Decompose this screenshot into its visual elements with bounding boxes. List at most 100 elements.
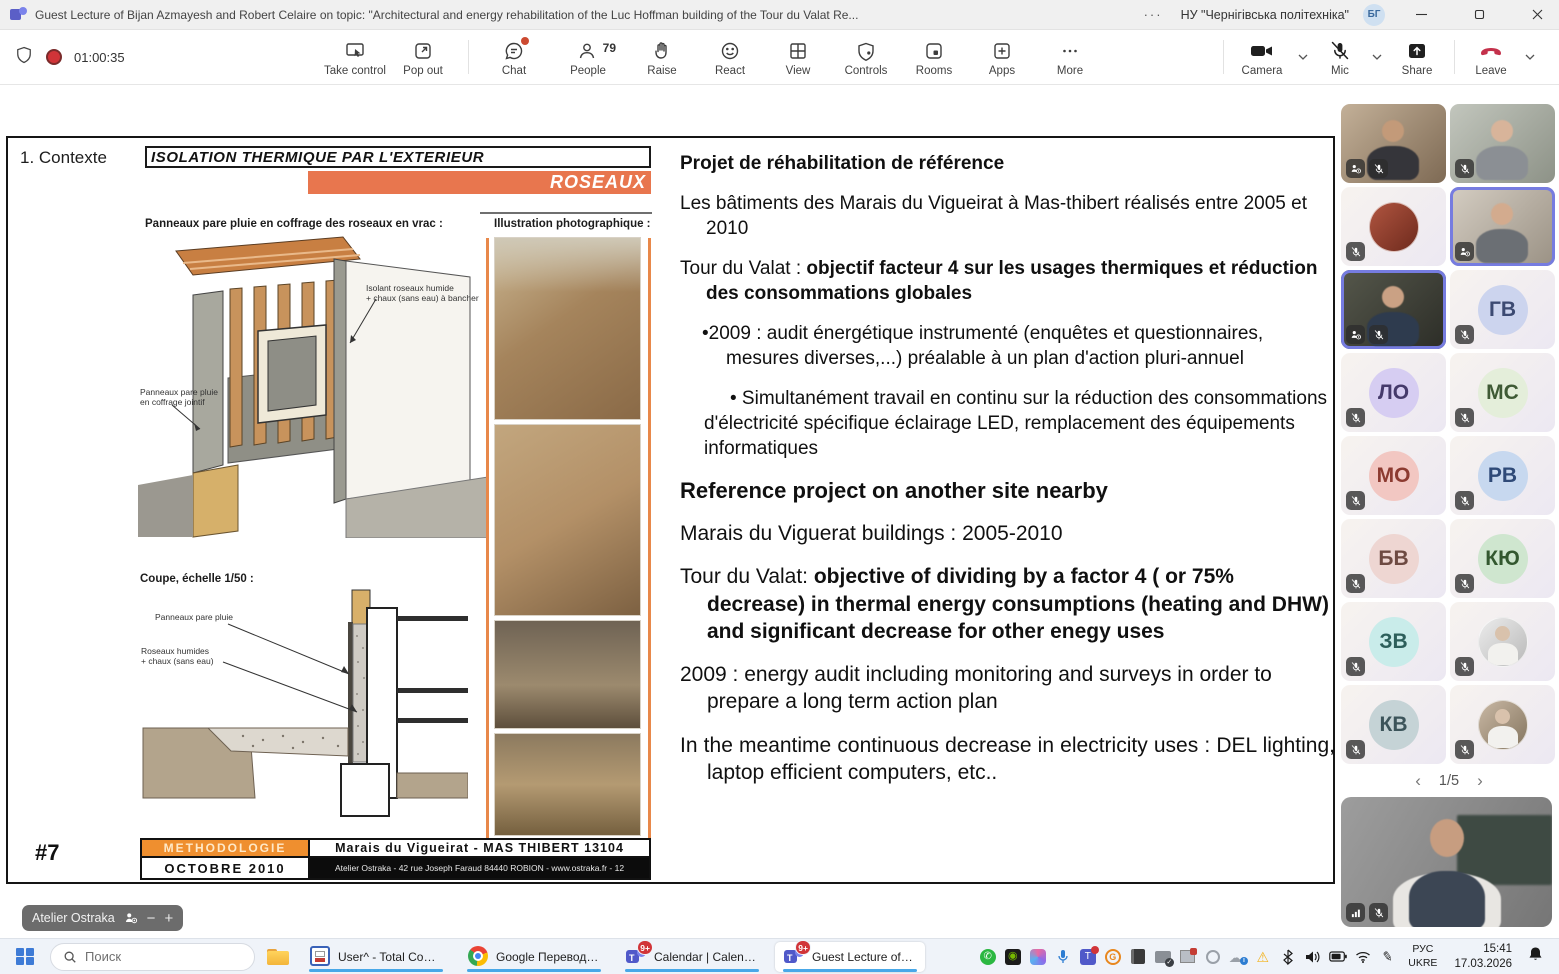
nvidia-icon[interactable]: ◉ bbox=[1003, 947, 1022, 966]
sync-icon[interactable] bbox=[1203, 947, 1222, 966]
taskbar-app-total-commander[interactable]: User^ - Total Comm... bbox=[301, 942, 451, 972]
controls-button[interactable]: Controls bbox=[835, 31, 897, 83]
view-button[interactable]: View bbox=[767, 31, 829, 83]
close-button[interactable] bbox=[1515, 0, 1559, 29]
pop-out-icon bbox=[411, 37, 435, 63]
camera-options-chevron[interactable] bbox=[1292, 54, 1314, 60]
pen-input-icon[interactable]: ✎ bbox=[1378, 947, 1397, 966]
leave-button[interactable]: Leave bbox=[1465, 31, 1517, 83]
zoom-out-button[interactable]: − bbox=[147, 911, 156, 926]
taskbar-app-label: Guest Lecture of Bija... bbox=[812, 950, 916, 964]
construction-photo bbox=[494, 424, 641, 616]
participant-tile[interactable]: ГВ bbox=[1450, 270, 1555, 349]
participant-tile[interactable] bbox=[1341, 187, 1446, 266]
participant-tile[interactable]: БВ bbox=[1341, 519, 1446, 598]
notifications-bell-icon[interactable] bbox=[1524, 946, 1551, 967]
zoom-in-button[interactable]: + bbox=[164, 911, 173, 926]
volume-icon[interactable] bbox=[1303, 947, 1322, 966]
pop-out-button[interactable]: Pop out bbox=[392, 31, 454, 83]
wifi-icon[interactable] bbox=[1353, 947, 1372, 966]
photos-icon[interactable] bbox=[1028, 947, 1047, 966]
whatsapp-icon[interactable]: ✆ bbox=[978, 947, 997, 966]
view-icon bbox=[786, 37, 810, 63]
participant-video-body bbox=[1476, 229, 1528, 263]
chat-notification-dot bbox=[521, 37, 529, 45]
participant-tile[interactable] bbox=[1450, 187, 1555, 266]
chat-button[interactable]: Chat bbox=[483, 31, 545, 83]
window-titlebar: Guest Lecture of Bijan Azmayesh and Robe… bbox=[0, 0, 1559, 30]
react-button[interactable]: React bbox=[699, 31, 761, 83]
participant-tile[interactable] bbox=[1450, 104, 1555, 183]
participant-tile[interactable] bbox=[1341, 104, 1446, 183]
document-banner: ROSEAUX bbox=[308, 171, 651, 194]
participants-sidebar: ГВ ЛО МС МОРВБВКЮЗВКВ ‹ 1/5 › bbox=[1341, 104, 1557, 927]
maximize-button[interactable] bbox=[1457, 0, 1501, 29]
svg-text:Panneaux pare pluie: Panneaux pare pluie bbox=[155, 612, 233, 622]
bluetooth-icon[interactable] bbox=[1278, 947, 1297, 966]
participant-tile[interactable] bbox=[1450, 685, 1555, 764]
participant-initials: ГВ bbox=[1478, 285, 1528, 335]
active-speaker-tile[interactable] bbox=[1341, 797, 1552, 927]
participant-tile[interactable]: МС bbox=[1450, 353, 1555, 432]
shield-icon bbox=[14, 45, 34, 70]
participant-video-head bbox=[1491, 120, 1513, 142]
security-warning-icon[interactable]: ⚠ bbox=[1253, 947, 1272, 966]
divider bbox=[648, 238, 651, 838]
raise-hand-icon bbox=[650, 37, 674, 63]
minimize-button[interactable] bbox=[1399, 0, 1443, 29]
wall-3d-diagram: Panneaux pare pluieen coffrage jointif I… bbox=[138, 233, 488, 538]
taskbar-app-teams[interactable]: T9+Calendar | Calendar | ... bbox=[617, 942, 767, 972]
gallery-next-button[interactable]: › bbox=[1473, 771, 1487, 791]
participant-tile[interactable]: МО bbox=[1341, 436, 1446, 515]
battery-icon[interactable] bbox=[1328, 947, 1347, 966]
microphone-icon[interactable] bbox=[1053, 947, 1072, 966]
file-explorer-button[interactable] bbox=[263, 942, 293, 972]
participant-initials: МС bbox=[1478, 368, 1528, 418]
people-button[interactable]: 79 People bbox=[551, 31, 625, 83]
mic-button[interactable]: Mic bbox=[1316, 31, 1364, 83]
clock[interactable]: 15:41 17.03.2026 bbox=[1448, 942, 1518, 972]
participant-video-head bbox=[1382, 286, 1404, 308]
mic-muted-icon bbox=[1369, 903, 1388, 922]
notebook-icon[interactable] bbox=[1128, 947, 1147, 966]
share-button[interactable]: Share bbox=[1390, 31, 1444, 83]
participant-tile[interactable] bbox=[1341, 270, 1446, 349]
titlebar-overflow-button[interactable]: ··· bbox=[1140, 7, 1167, 22]
construction-photo bbox=[494, 733, 641, 836]
participant-avatar bbox=[1369, 202, 1419, 252]
gallery-prev-button[interactable]: ‹ bbox=[1411, 771, 1425, 791]
gallery-page-indicator: 1/5 bbox=[1439, 773, 1459, 789]
g-service-icon[interactable]: G bbox=[1103, 947, 1122, 966]
taskbar-app-teams[interactable]: T9+ Guest Lecture of Bija... bbox=[775, 942, 925, 972]
rooms-button[interactable]: Rooms bbox=[903, 31, 965, 83]
slide-paragraph: Reference project on another site nearby bbox=[680, 477, 1335, 506]
participant-tile[interactable]: ЗВ bbox=[1341, 602, 1446, 681]
leave-options-chevron[interactable] bbox=[1519, 54, 1541, 60]
tile-status-badges bbox=[1346, 574, 1365, 593]
participant-tile[interactable]: КЮ bbox=[1450, 519, 1555, 598]
teams-tray-icon[interactable]: T bbox=[1078, 947, 1097, 966]
participant-tile[interactable]: КВ bbox=[1341, 685, 1446, 764]
mic-options-chevron[interactable] bbox=[1366, 54, 1388, 60]
take-control-button[interactable]: Take control bbox=[324, 31, 386, 83]
apps-button[interactable]: Apps bbox=[971, 31, 1033, 83]
teams-icon: T9+ bbox=[784, 946, 805, 967]
snipping-icon[interactable] bbox=[1178, 947, 1197, 966]
mic-muted-icon bbox=[1455, 325, 1474, 344]
sharer-name: Atelier Ostraka bbox=[32, 911, 115, 925]
footer-project: Marais du Vigueirat - MAS THIBERT 13104 bbox=[308, 838, 651, 858]
participant-tile[interactable]: РВ bbox=[1450, 436, 1555, 515]
participant-tile[interactable]: ЛО bbox=[1341, 353, 1446, 432]
sharer-pill[interactable]: Atelier Ostraka − + bbox=[22, 905, 183, 931]
taskbar-search[interactable]: Поиск bbox=[50, 943, 255, 971]
usb-drive-icon[interactable]: ✓ bbox=[1153, 947, 1172, 966]
taskbar-app-chrome[interactable]: Google Переводчик... bbox=[459, 942, 609, 972]
start-button[interactable] bbox=[8, 942, 42, 972]
onedrive-icon[interactable]: ☁‖ bbox=[1228, 947, 1247, 966]
raise-hand-button[interactable]: Raise bbox=[631, 31, 693, 83]
participant-tile[interactable] bbox=[1450, 602, 1555, 681]
language-indicator[interactable]: РУС UKRE bbox=[1403, 943, 1442, 969]
more-button[interactable]: More bbox=[1039, 31, 1101, 83]
user-avatar[interactable]: БГ bbox=[1363, 4, 1385, 26]
camera-button[interactable]: Camera bbox=[1234, 31, 1290, 83]
